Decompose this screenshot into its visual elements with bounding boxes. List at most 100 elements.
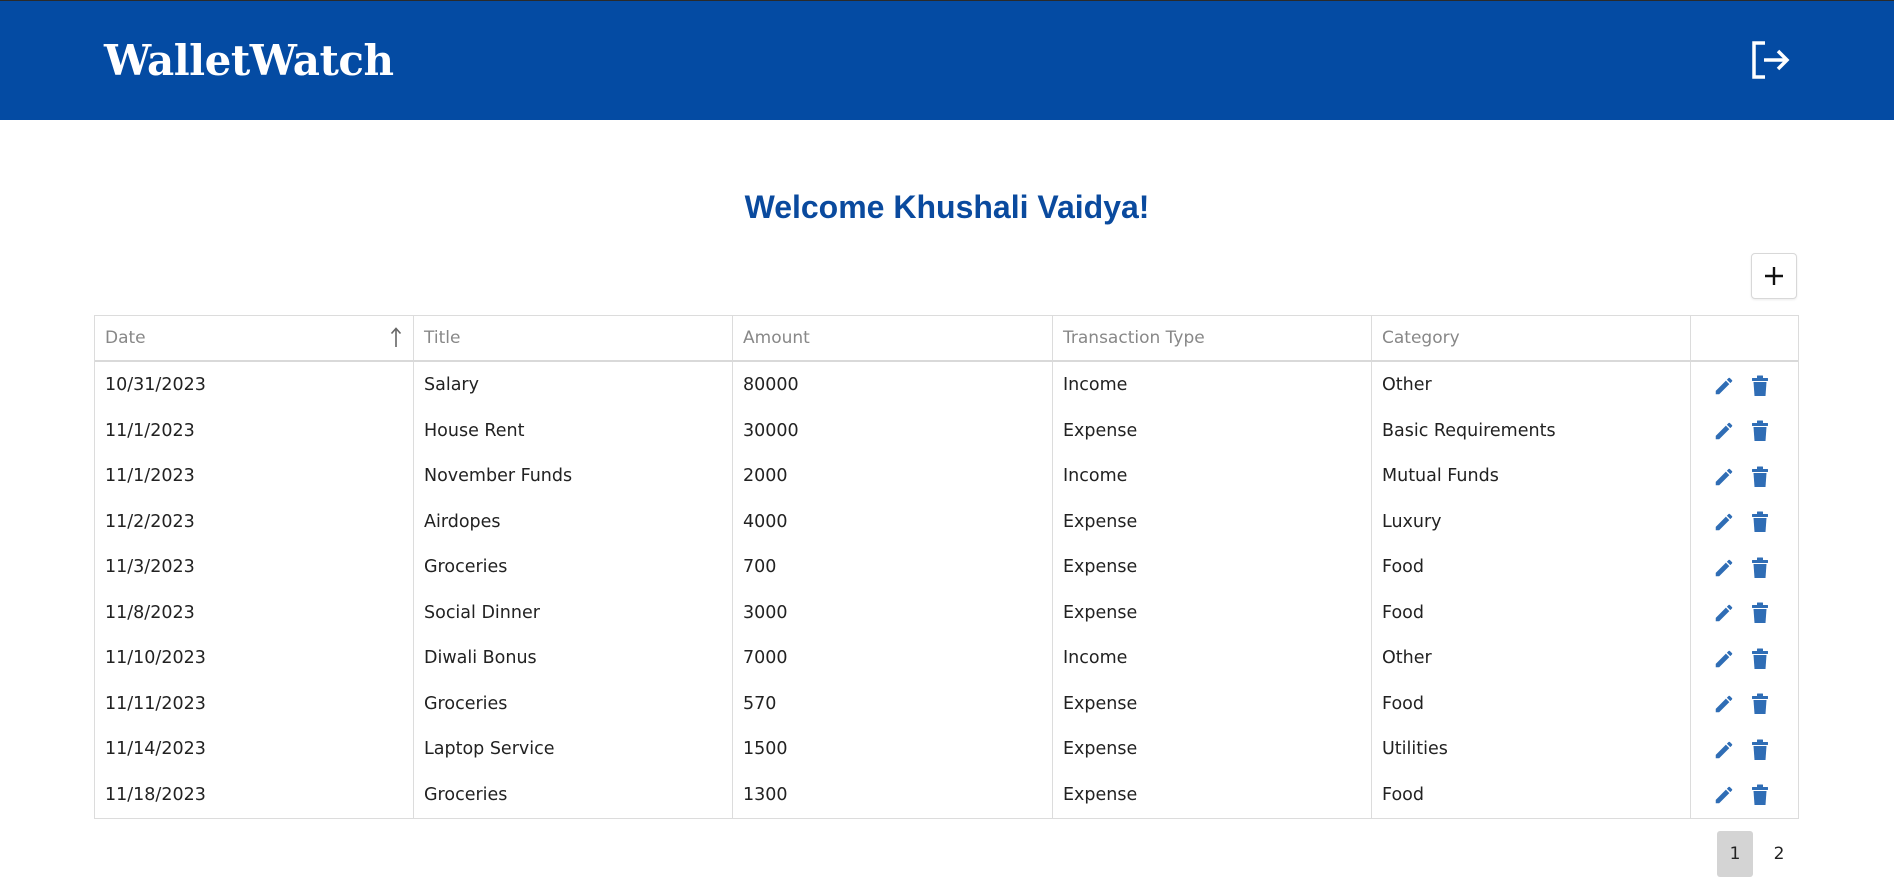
plus-icon: [1765, 267, 1783, 285]
cell-amount: 1500: [743, 739, 788, 759]
cell-amount: 1300: [743, 784, 788, 805]
cell-category: Other: [1382, 648, 1432, 668]
row-actions: [1712, 409, 1772, 455]
add-transaction-button[interactable]: [1751, 253, 1797, 299]
cell-transaction-type: Expense: [1063, 511, 1138, 532]
cell-date: 11/10/2023: [105, 648, 206, 668]
header-date[interactable]: Date: [95, 316, 414, 360]
table-row: 11/2/2023 Airdopes 4000 Expense Luxury: [95, 500, 1798, 546]
cell-transaction-type: Expense: [1063, 602, 1138, 623]
edit-icon[interactable]: [1712, 738, 1736, 762]
edit-icon[interactable]: [1712, 692, 1736, 716]
cell-category: Other: [1382, 375, 1432, 395]
cell-title: Diwali Bonus: [424, 648, 537, 668]
header-date-label: Date: [105, 328, 146, 348]
delete-icon[interactable]: [1748, 556, 1772, 580]
header-amount-label: Amount: [743, 328, 810, 348]
cell-title: Laptop Service: [424, 739, 555, 759]
cell-category: Food: [1382, 557, 1424, 577]
cell-date: 11/3/2023: [105, 557, 195, 577]
row-actions: [1712, 363, 1772, 409]
page-1-button[interactable]: 1: [1717, 831, 1753, 877]
page-2-button[interactable]: 2: [1761, 831, 1797, 877]
table-header: Date Title Amount Transaction Type Categ…: [95, 316, 1798, 362]
edit-icon[interactable]: [1712, 465, 1736, 489]
cell-amount: 80000: [743, 375, 799, 395]
edit-icon[interactable]: [1712, 647, 1736, 671]
header-title[interactable]: Title: [414, 316, 733, 360]
cell-amount: 7000: [743, 648, 788, 668]
cell-title: Groceries: [424, 784, 508, 805]
cell-amount: 570: [743, 693, 777, 714]
row-actions: [1712, 727, 1772, 773]
header-amount[interactable]: Amount: [733, 316, 1053, 360]
brand-logo[interactable]: WalletWatch: [104, 35, 394, 87]
cell-title: Groceries: [424, 557, 508, 577]
delete-icon[interactable]: [1748, 419, 1772, 443]
cell-transaction-type: Expense: [1063, 784, 1138, 805]
arrow-up-icon[interactable]: [390, 326, 402, 352]
table-row: 11/18/2023 Groceries 1300 Expense Food: [95, 773, 1798, 819]
row-actions: [1712, 454, 1772, 500]
cell-title: Social Dinner: [424, 602, 540, 623]
cell-transaction-type: Expense: [1063, 420, 1138, 441]
app-header: WalletWatch: [0, 0, 1894, 120]
delete-icon[interactable]: [1748, 738, 1772, 762]
header-category[interactable]: Category: [1372, 316, 1691, 360]
edit-icon[interactable]: [1712, 601, 1736, 625]
edit-icon[interactable]: [1712, 419, 1736, 443]
cell-category: Mutual Funds: [1382, 466, 1499, 486]
cell-date: 11/2/2023: [105, 511, 195, 532]
row-actions: [1712, 500, 1772, 546]
delete-icon[interactable]: [1748, 510, 1772, 534]
header-title-label: Title: [424, 328, 461, 348]
cell-date: 11/11/2023: [105, 693, 206, 714]
row-actions: [1712, 591, 1772, 637]
cell-date: 11/1/2023: [105, 466, 195, 486]
cell-date: 10/31/2023: [105, 375, 206, 395]
cell-amount: 700: [743, 557, 777, 577]
header-transaction-type[interactable]: Transaction Type: [1053, 316, 1372, 360]
cell-date: 11/8/2023: [105, 602, 195, 623]
row-actions: [1712, 682, 1772, 728]
cell-category: Luxury: [1382, 511, 1442, 532]
cell-transaction-type: Expense: [1063, 739, 1138, 759]
cell-transaction-type: Expense: [1063, 557, 1138, 577]
cell-transaction-type: Income: [1063, 466, 1128, 486]
delete-icon[interactable]: [1748, 465, 1772, 489]
table-row: 11/11/2023 Groceries 570 Expense Food: [95, 682, 1798, 728]
row-actions: [1712, 545, 1772, 591]
delete-icon[interactable]: [1748, 374, 1772, 398]
cell-amount: 3000: [743, 602, 788, 623]
welcome-heading: Welcome Khushali Vaidya!: [744, 189, 1150, 225]
table-row: 10/31/2023 Salary 80000 Income Other: [95, 363, 1798, 409]
table-row: 11/1/2023 House Rent 30000 Expense Basic Req…: [95, 409, 1798, 455]
edit-icon[interactable]: [1712, 556, 1736, 580]
edit-icon[interactable]: [1712, 374, 1736, 398]
transactions-table: Date Title Amount Transaction Type Categ…: [94, 315, 1799, 819]
table-row: 11/3/2023 Groceries 700 Expense Food: [95, 545, 1798, 591]
cell-transaction-type: Income: [1063, 648, 1128, 668]
cell-category: Basic Requirements: [1382, 420, 1556, 441]
edit-icon[interactable]: [1712, 510, 1736, 534]
cell-amount: 30000: [743, 420, 799, 441]
cell-title: House Rent: [424, 420, 525, 441]
header-transaction-type-label: Transaction Type: [1063, 328, 1205, 348]
delete-icon[interactable]: [1748, 783, 1772, 807]
delete-icon[interactable]: [1748, 601, 1772, 625]
delete-icon[interactable]: [1748, 692, 1772, 716]
edit-icon[interactable]: [1712, 783, 1736, 807]
cell-date: 11/18/2023: [105, 784, 206, 805]
logout-icon[interactable]: [1747, 37, 1793, 83]
delete-icon[interactable]: [1748, 647, 1772, 671]
cell-date: 11/14/2023: [105, 739, 206, 759]
cell-title: November Funds: [424, 466, 573, 486]
cell-amount: 2000: [743, 466, 788, 486]
cell-transaction-type: Income: [1063, 375, 1128, 395]
cell-date: 11/1/2023: [105, 420, 195, 441]
table-row: 11/10/2023 Diwali Bonus 7000 Income Other: [95, 636, 1798, 682]
cell-transaction-type: Expense: [1063, 693, 1138, 714]
table-row: 11/8/2023 Social Dinner 3000 Expense Food: [95, 591, 1798, 637]
header-category-label: Category: [1382, 328, 1460, 348]
table-row: 11/14/2023 Laptop Service 1500 Expense Utili…: [95, 727, 1798, 773]
